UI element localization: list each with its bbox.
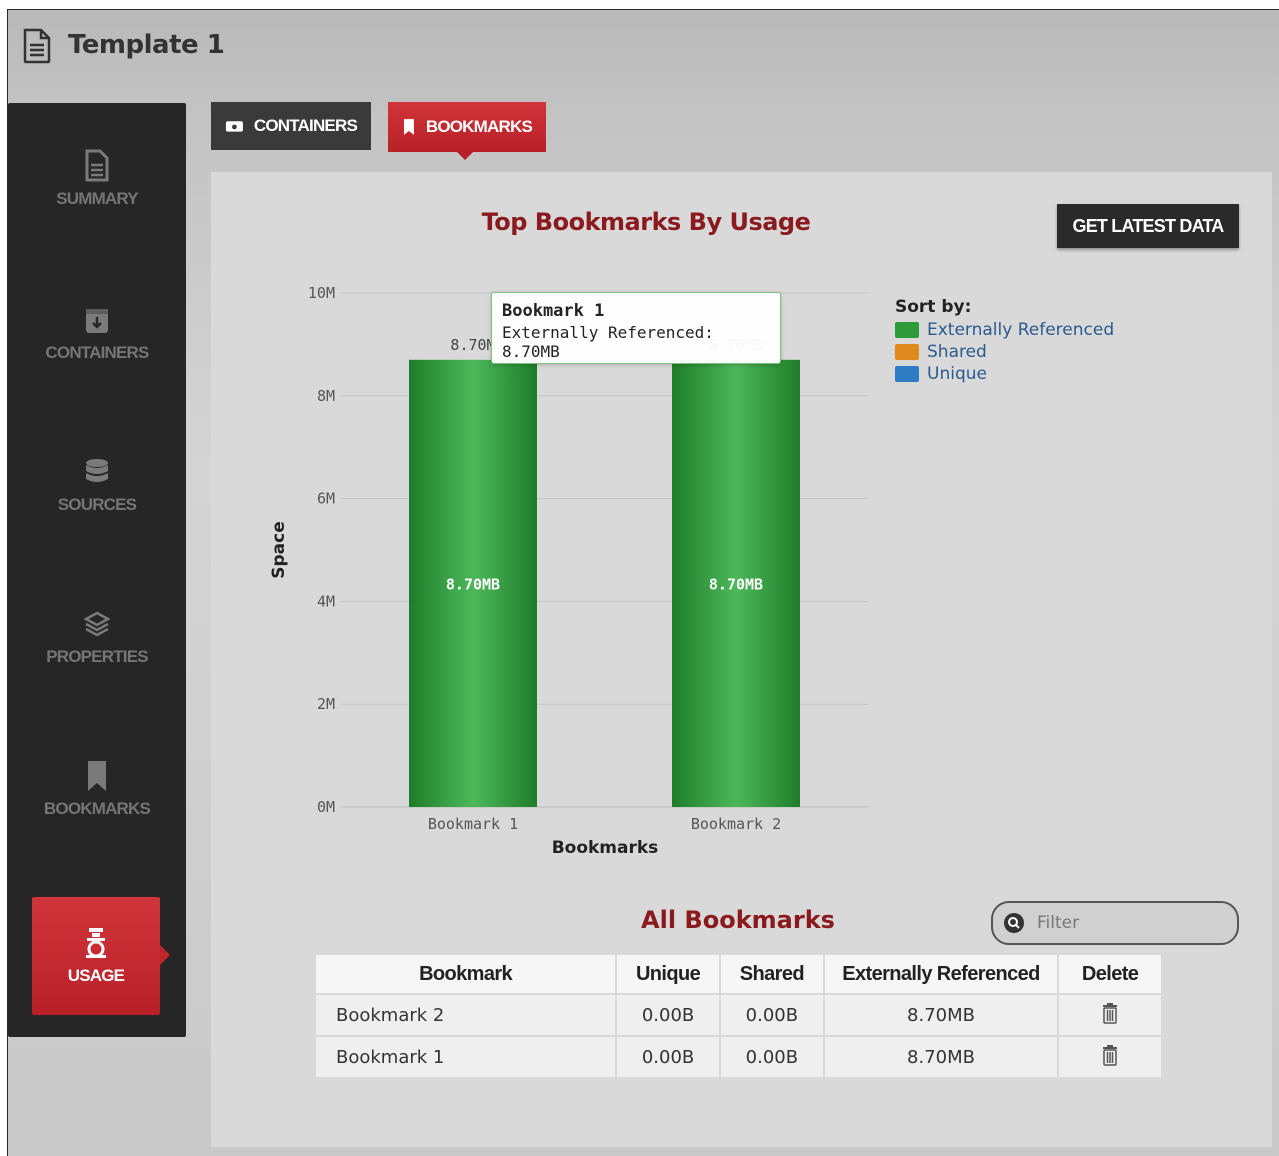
tab-label: BOOKMARKS bbox=[425, 117, 533, 136]
legend-swatch bbox=[895, 322, 919, 338]
unique-value: 0.00B bbox=[615, 1035, 721, 1079]
page-title: Template 1 bbox=[68, 30, 225, 60]
column-header-shared[interactable]: Shared bbox=[718, 953, 825, 995]
bar[interactable] bbox=[409, 359, 537, 807]
trash-icon[interactable] bbox=[1102, 1002, 1118, 1024]
bookmark-name: Bookmark 2 bbox=[313, 993, 618, 1037]
delete-cell bbox=[1057, 1035, 1163, 1079]
tab-bookmarks[interactable]: BOOKMARKS bbox=[388, 102, 546, 160]
trash-icon[interactable] bbox=[1102, 1044, 1118, 1066]
filter-box bbox=[991, 901, 1239, 945]
legend-label: Shared bbox=[927, 342, 987, 362]
table-header-row: Bookmark Unique Shared Externally Refere… bbox=[313, 953, 1163, 995]
header: Template 1 bbox=[8, 10, 1279, 82]
sidebar-item-properties[interactable]: PROPERTIES bbox=[8, 607, 186, 717]
tab-label: CONTAINERS bbox=[253, 116, 358, 135]
sidebar-item-label: SUMMARY bbox=[56, 189, 138, 208]
document-icon bbox=[85, 149, 109, 182]
layers-icon bbox=[84, 611, 110, 637]
document-icon bbox=[23, 28, 51, 64]
container-icon bbox=[225, 121, 243, 132]
chart-legend: Sort by: Externally Referenced Shared Un… bbox=[895, 297, 1114, 385]
legend-item-externally-referenced[interactable]: Externally Referenced bbox=[895, 319, 1114, 341]
bookmark-icon bbox=[88, 761, 106, 791]
legend-title: Sort by: bbox=[895, 297, 972, 317]
bar[interactable] bbox=[672, 359, 800, 807]
tooltip-title: Bookmark 1 bbox=[502, 301, 605, 321]
shared-value: 0.00B bbox=[718, 1035, 825, 1079]
legend-label: Unique bbox=[927, 364, 987, 384]
sidebar-item-summary[interactable]: SUMMARY bbox=[8, 149, 186, 259]
sidebar: SUMMARY CONTAINERS SOURCES PROPERTIES BO… bbox=[8, 103, 186, 1037]
chart-tooltip: Bookmark 1 Externally Referenced: 8.70MB bbox=[491, 292, 781, 364]
bookmark-name: Bookmark 1 bbox=[313, 1035, 618, 1079]
column-header-unique[interactable]: Unique bbox=[615, 953, 721, 995]
table-row: Bookmark 2 0.00B 0.00B 8.70MB bbox=[313, 993, 1163, 1037]
bookmark-icon bbox=[403, 119, 414, 135]
container-icon bbox=[86, 309, 108, 333]
legend-swatch bbox=[895, 366, 919, 382]
database-icon bbox=[86, 459, 108, 482]
external-value: 8.70MB bbox=[822, 993, 1060, 1037]
sidebar-item-label: PROPERTIES bbox=[46, 647, 148, 666]
external-value: 8.70MB bbox=[822, 1035, 1060, 1079]
sidebar-item-sources[interactable]: SOURCES bbox=[8, 455, 186, 565]
column-header-delete: Delete bbox=[1057, 953, 1163, 995]
unique-value: 0.00B bbox=[615, 993, 721, 1037]
filter-input[interactable] bbox=[1037, 913, 1217, 933]
column-header-bookmark[interactable]: Bookmark bbox=[313, 953, 618, 995]
get-latest-data-button[interactable]: GET LATEST DATA bbox=[1057, 204, 1239, 248]
tooltip-body: Externally Referenced: 8.70MB bbox=[502, 323, 714, 361]
sidebar-item-containers[interactable]: CONTAINERS bbox=[8, 303, 186, 413]
sidebar-item-label: BOOKMARKS bbox=[43, 799, 151, 818]
sidebar-item-label: USAGE bbox=[67, 966, 125, 985]
delete-cell bbox=[1057, 993, 1163, 1037]
sidebar-item-label: CONTAINERS bbox=[45, 343, 149, 362]
legend-item-unique[interactable]: Unique bbox=[895, 363, 1114, 385]
usage-icon bbox=[86, 928, 106, 958]
legend-swatch bbox=[895, 344, 919, 360]
sidebar-item-bookmarks[interactable]: BOOKMARKS bbox=[8, 759, 186, 869]
sidebar-item-label: SOURCES bbox=[57, 495, 137, 514]
table-title: All Bookmarks bbox=[641, 906, 835, 934]
tab-containers[interactable]: CONTAINERS bbox=[211, 102, 371, 150]
legend-label: Externally Referenced bbox=[927, 320, 1115, 340]
table-row: Bookmark 1 0.00B 0.00B 8.70MB bbox=[313, 1035, 1163, 1079]
sidebar-item-usage[interactable]: USAGE bbox=[32, 897, 170, 1015]
column-header-externally-referenced[interactable]: Externally Referenced bbox=[822, 953, 1060, 995]
shared-value: 0.00B bbox=[718, 993, 825, 1037]
legend-item-shared[interactable]: Shared bbox=[895, 341, 1114, 363]
search-icon bbox=[1004, 913, 1024, 933]
bookmarks-table: Bookmark Unique Shared Externally Refere… bbox=[313, 953, 1163, 1079]
